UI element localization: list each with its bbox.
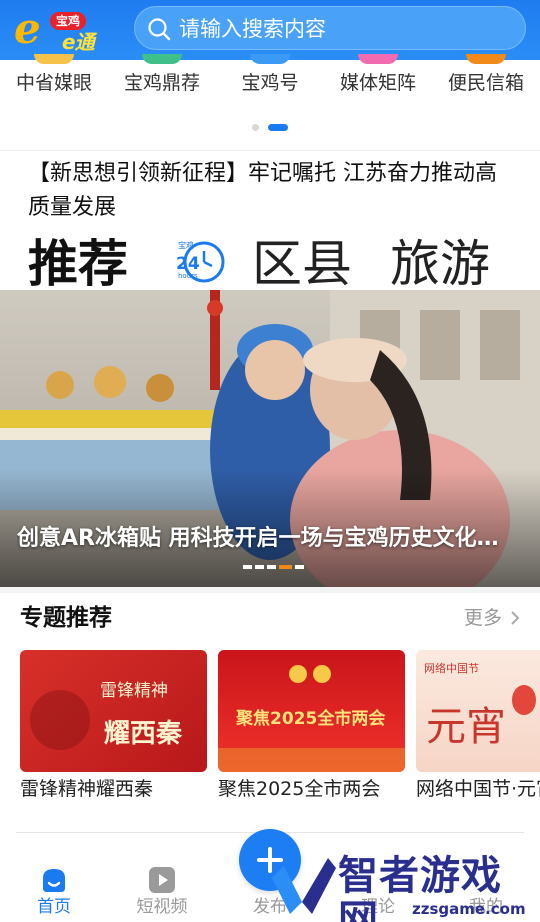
channel-icon	[142, 54, 182, 64]
channel-label: 媒体矩阵	[339, 72, 416, 94]
pager-dot	[295, 565, 304, 569]
channel-label: 宝鸡鼎荐	[123, 72, 200, 94]
search-icon	[148, 18, 171, 41]
search-input[interactable]: 请输入搜索内容	[134, 6, 526, 50]
clock-badge-sub: hours	[178, 272, 198, 280]
more-link[interactable]: 更多	[464, 604, 502, 632]
tab-county[interactable]: 区县	[252, 234, 352, 294]
topic-thumb: 聚焦2025全市两会	[218, 650, 405, 772]
topic-label: 聚焦2025全市两会	[218, 778, 381, 800]
channel-icon	[250, 54, 290, 64]
pager-dot	[252, 124, 259, 131]
channel-icon	[34, 54, 74, 64]
chevron-right-icon[interactable]	[508, 609, 522, 627]
app-logo[interactable]: e 宝鸡 e通	[10, 4, 122, 55]
channel-label: 中省媒眼	[15, 72, 92, 94]
topic-thumb-title: 聚焦2025全市两会	[235, 708, 385, 729]
topic-label: 网络中国节·元宵	[416, 778, 540, 800]
hero-caption: 创意AR冰箱贴 用科技开启一场与宝鸡历史文化…	[17, 526, 499, 551]
pager-dot	[243, 565, 252, 569]
channel-icon	[466, 54, 506, 64]
content-tabs: 推荐 宝鸡 24 hours 区县 旅游	[0, 230, 540, 293]
channel-label: 宝鸡号	[241, 72, 299, 94]
pager-dot	[267, 565, 276, 569]
tab-recommend[interactable]: 推荐	[28, 234, 128, 294]
search-placeholder: 请输入搜索内容	[179, 17, 326, 41]
clock-badge-num: 24	[176, 254, 200, 274]
tab-travel[interactable]: 旅游	[390, 234, 490, 294]
headline-news[interactable]: 【新思想引领新征程】牢记嘱托 江苏奋力推动高质量发展	[0, 150, 540, 228]
topic-thumb-subtitle: 元宵	[426, 704, 506, 750]
pager-dot-active	[279, 565, 292, 569]
nav-home-label: 首页	[37, 897, 71, 917]
channel-item[interactable]: 便民信箱	[432, 54, 540, 96]
channel-row: 中省媒眼 宝鸡鼎荐 宝鸡号 媒体矩阵 便民信箱	[0, 54, 540, 110]
nav-video-label: 短视频	[136, 897, 188, 917]
channel-item[interactable]: 中省媒眼	[0, 54, 108, 96]
watermark-url: zzsgame.com	[412, 900, 526, 918]
channel-label: 便民信箱	[447, 72, 524, 94]
channel-item[interactable]: 宝鸡号	[216, 54, 324, 96]
channel-item[interactable]: 宝鸡鼎荐	[108, 54, 216, 96]
nav-video[interactable]: 短视频	[108, 838, 216, 922]
video-icon	[149, 867, 175, 893]
topic-thumb-title: 雷锋精神	[100, 681, 168, 701]
topic-thumb-title: 网络中国节	[424, 661, 479, 675]
section-separator	[0, 587, 540, 593]
clock-24-icon[interactable]: 宝鸡 24 hours	[176, 238, 228, 284]
pager-dot-active	[268, 124, 288, 131]
clock-badge-top: 宝鸡	[178, 240, 194, 250]
headline-text: 【新思想引领新征程】牢记嘱托 江苏奋力推动高质量发展	[28, 161, 497, 220]
logo-letter: e	[14, 4, 41, 53]
home-icon	[43, 869, 65, 892]
topic-label: 雷锋精神耀西秦	[20, 778, 154, 800]
watermark: 智者游戏网 zzsgame.com	[262, 848, 540, 922]
topic-thumb: 网络中国节 元宵	[416, 650, 540, 772]
channel-item[interactable]: 媒体矩阵	[324, 54, 432, 96]
hero-banner[interactable]: 创意AR冰箱贴 用科技开启一场与宝鸡历史文化…	[0, 290, 540, 587]
top-bar: e 宝鸡 e通 请输入搜索内容	[0, 0, 540, 60]
channel-icon	[358, 54, 398, 64]
watermark-logo-icon	[272, 858, 336, 914]
logo-text: e通	[62, 30, 95, 54]
app-screen: e 宝鸡 e通 请输入搜索内容 中省媒眼 宝鸡鼎荐 宝鸡号 媒体矩阵 便民信箱 …	[0, 0, 540, 922]
section-title: 专题推荐	[20, 605, 112, 631]
pager-dot	[255, 565, 264, 569]
topic-thumb-subtitle: 耀西秦	[104, 719, 183, 749]
nav-home[interactable]: 首页	[0, 838, 108, 922]
topic-thumb: 雷锋精神 耀西秦	[20, 650, 207, 772]
